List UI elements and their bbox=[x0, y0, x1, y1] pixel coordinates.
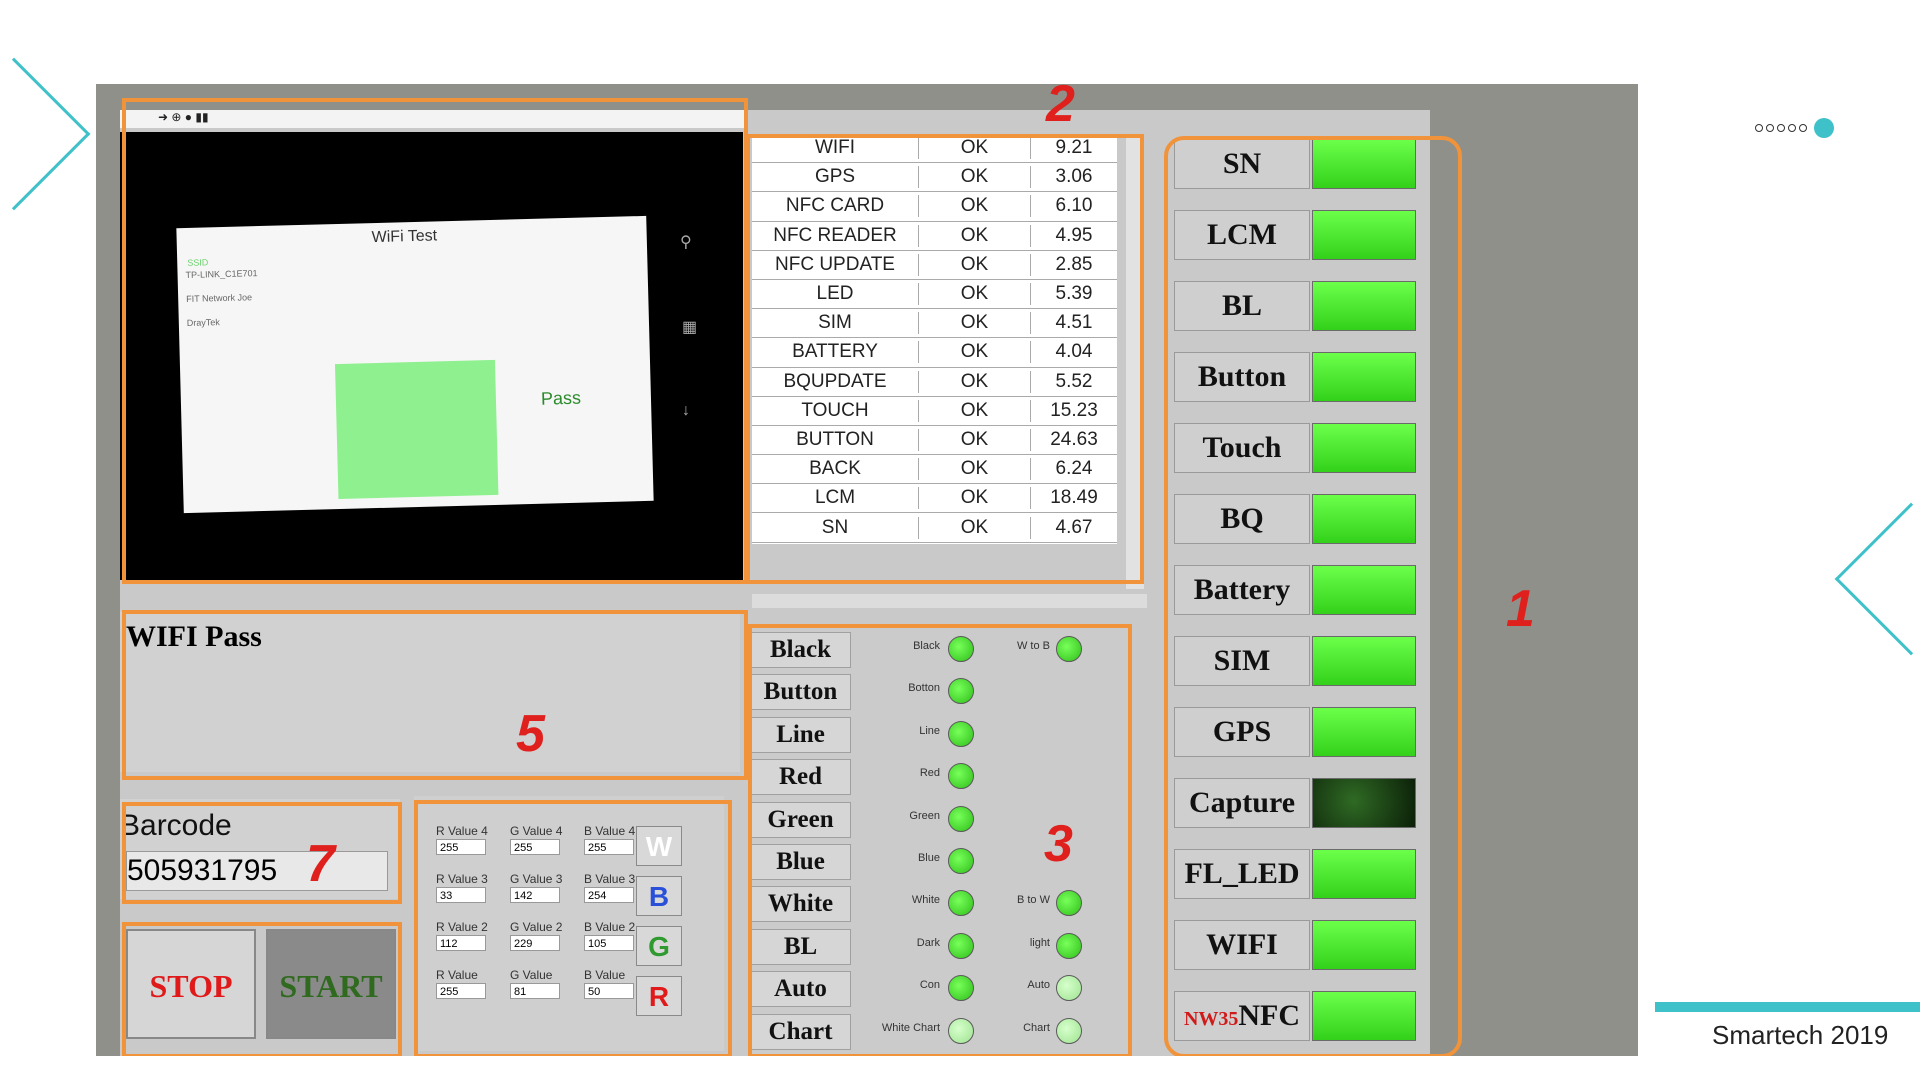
progress-dot bbox=[1799, 124, 1807, 132]
progress-dot bbox=[1777, 124, 1785, 132]
marker-label: 5 bbox=[516, 705, 545, 763]
highlight-box bbox=[122, 922, 402, 1056]
highlight-box bbox=[122, 98, 748, 584]
test-tool-screenshot: ➜ ⊕ ● ▮▮ WiFi Test SSID TP-LINK_C1E701 F… bbox=[96, 84, 1638, 1056]
progress-dot-current bbox=[1814, 118, 1834, 138]
highlight-box bbox=[746, 134, 1144, 584]
marker-label: 3 bbox=[1044, 815, 1073, 873]
highlight-box bbox=[748, 624, 1132, 1056]
highlight-box bbox=[1164, 136, 1462, 1056]
marker-label: 1 bbox=[1506, 580, 1535, 638]
marker-label: 7 bbox=[306, 835, 335, 893]
progress-dot bbox=[1766, 124, 1774, 132]
highlight-box bbox=[122, 802, 402, 904]
highlight-box bbox=[122, 610, 748, 780]
right-chevron-decoration bbox=[1834, 502, 1920, 656]
table-horizontal-scrollbar[interactable] bbox=[752, 594, 1147, 608]
footer-accent-line bbox=[1655, 1002, 1920, 1012]
left-chevron-decoration bbox=[0, 57, 91, 211]
slide-progress-dots bbox=[1755, 118, 1834, 138]
progress-dot bbox=[1788, 124, 1796, 132]
footer-text: Smartech 2019 bbox=[1712, 1020, 1889, 1050]
marker-label: 2 bbox=[1046, 84, 1075, 133]
progress-dot bbox=[1755, 124, 1763, 132]
highlight-box bbox=[414, 800, 732, 1056]
